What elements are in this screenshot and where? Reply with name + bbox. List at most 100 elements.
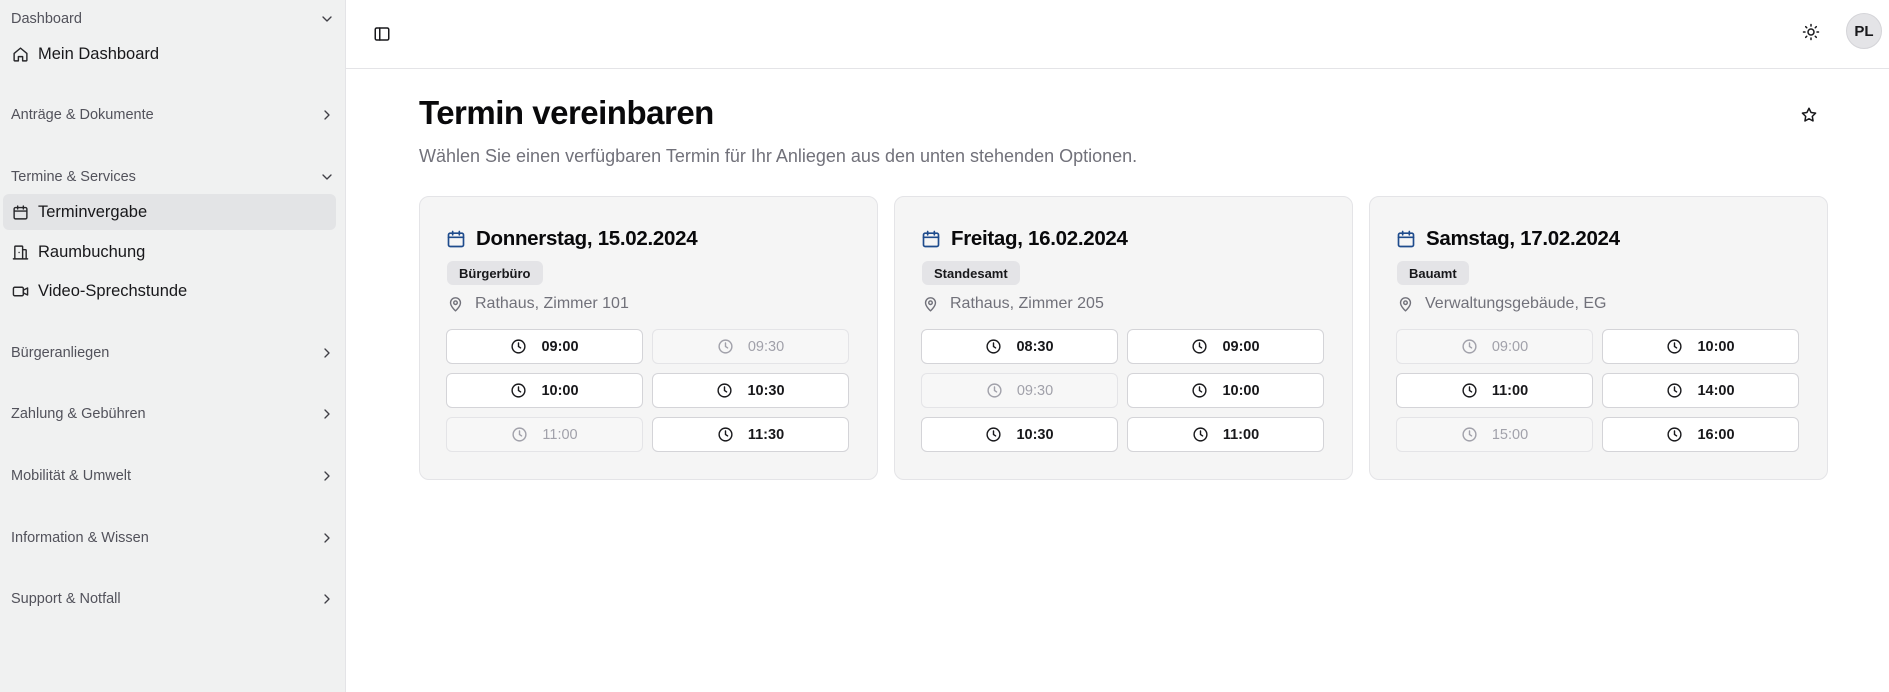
- appointment-card: Donnerstag, 15.02.2024 Bürgerbüro Rathaus,…: [419, 196, 878, 480]
- sidebar-group-termine[interactable]: Termine & Services: [11, 165, 335, 189]
- location-label: Verwaltungsgebäude, EG: [1425, 295, 1607, 312]
- time-slot-button[interactable]: 08:30: [921, 329, 1118, 364]
- sidebar-group-mobilitaet[interactable]: Mobilität & Umwelt: [11, 464, 335, 488]
- map-pin-icon: [1399, 296, 1412, 312]
- clock-icon: [986, 427, 1002, 442]
- time-slot-label: 15:00: [1491, 426, 1529, 443]
- chevron-right-icon: [324, 533, 330, 543]
- office-badge: Standesamt: [922, 261, 1020, 285]
- time-slot-grid: 09:00 10:00 11:00 14:00 15:00 16:00: [1396, 329, 1809, 452]
- time-slot-label: 09:30: [1016, 382, 1054, 399]
- video-icon: [12, 286, 29, 296]
- time-slot-button[interactable]: 11:00: [1127, 417, 1324, 452]
- card-date: Freitag, 16.02.2024: [951, 227, 1128, 250]
- office-badge: Bürgerbüro: [447, 261, 543, 285]
- clock-icon: [1462, 339, 1477, 354]
- avatar[interactable]: PL: [1846, 13, 1882, 49]
- clock-icon: [986, 339, 1002, 354]
- sidebar-group-information[interactable]: Information & Wissen: [11, 526, 335, 550]
- clock-icon: [1462, 383, 1477, 398]
- sidebar-group-zahlung[interactable]: Zahlung & Gebühren: [11, 402, 335, 426]
- sidebar-item-video-sprechstunde[interactable]: Video-Sprechstunde: [3, 273, 336, 309]
- time-slot-button[interactable]: 16:00: [1602, 417, 1799, 452]
- chevron-right-icon: [324, 594, 330, 604]
- time-slot-button[interactable]: 09:00: [446, 329, 643, 364]
- time-slot-button[interactable]: 10:00: [1127, 373, 1324, 408]
- panel-left-icon: [374, 27, 390, 41]
- chevron-right-icon: [324, 348, 330, 358]
- card-date: Samstag, 17.02.2024: [1426, 227, 1620, 250]
- office-badge: Bauamt: [1397, 261, 1469, 285]
- card-location: Verwaltungsgebäude, EG: [1397, 295, 1606, 313]
- page-subtitle: Wählen Sie einen verfügbaren Termin für …: [419, 146, 1138, 166]
- sidebar-item-label: Terminvergabe: [38, 202, 148, 221]
- clock-icon: [1192, 383, 1208, 398]
- sidebar-group-label: Mobilität & Umwelt: [11, 468, 132, 484]
- time-slot-label: 11:00: [542, 426, 578, 443]
- time-slot-label: 10:00: [541, 382, 579, 399]
- chevron-right-icon: [324, 110, 330, 120]
- time-slot-button[interactable]: 10:00: [446, 373, 643, 408]
- clock-icon: [1667, 383, 1683, 398]
- time-slot-button: 15:00: [1396, 417, 1593, 452]
- time-slot-button[interactable]: 10:30: [652, 373, 849, 408]
- card-date: Donnerstag, 15.02.2024: [476, 227, 698, 250]
- time-slot-label: 11:00: [1222, 426, 1260, 443]
- time-slot-button[interactable]: 09:00: [1127, 329, 1324, 364]
- sidebar-item-raumbuchung[interactable]: Raumbuchung: [3, 234, 336, 270]
- time-slot-label: 09:30: [747, 338, 785, 355]
- location-label: Rathaus, Zimmer 101: [475, 295, 629, 312]
- time-slot-grid: 09:00 09:30 10:00 10:30 11:00 11:30: [446, 329, 859, 452]
- sidebar-item-label: Video-Sprechstunde: [38, 281, 188, 300]
- time-slot-button: 09:00: [1396, 329, 1593, 364]
- chevron-down-icon: [322, 16, 332, 22]
- clock-icon: [511, 339, 527, 354]
- time-slot-button: 09:30: [921, 373, 1118, 408]
- clock-icon: [1667, 427, 1683, 442]
- sidebar-group-buergeranliegen[interactable]: Bürgeranliegen: [11, 341, 335, 365]
- clock-icon: [512, 427, 527, 442]
- sidebar-group-support[interactable]: Support & Notfall: [11, 587, 335, 611]
- time-slot-label: 10:30: [747, 382, 785, 399]
- sidebar-group-label: Bürgeranliegen: [11, 345, 110, 361]
- appointment-card: Freitag, 16.02.2024 Standesamt Rathaus, Zi…: [894, 196, 1353, 480]
- chevron-down-icon: [322, 174, 332, 180]
- card-header: Samstag, 17.02.2024: [1396, 227, 1620, 251]
- clock-icon: [717, 383, 733, 398]
- time-slot-button[interactable]: 10:30: [921, 417, 1118, 452]
- page-title: Termin vereinbaren: [419, 94, 714, 131]
- sidebar-group-label: Dashboard: [11, 11, 82, 27]
- time-slot-button[interactable]: 10:00: [1602, 329, 1799, 364]
- location-label: Rathaus, Zimmer 205: [950, 295, 1104, 312]
- map-pin-icon: [449, 296, 462, 312]
- appointment-card: Samstag, 17.02.2024 Bauamt Verwaltungsgebä…: [1369, 196, 1828, 480]
- star-icon: [1801, 107, 1817, 122]
- time-slot-button[interactable]: 11:30: [652, 417, 849, 452]
- time-slot-label: 16:00: [1697, 426, 1735, 443]
- time-slot-grid: 08:30 09:00 09:30 10:00 10:30 11:00: [921, 329, 1334, 452]
- time-slot-button[interactable]: 11:00: [1396, 373, 1593, 408]
- time-slot-label: 11:00: [1491, 382, 1529, 399]
- clock-icon: [987, 383, 1002, 398]
- sidebar-item-mein-dashboard[interactable]: Mein Dashboard: [3, 36, 336, 72]
- sidebar-group-label: Zahlung & Gebühren: [11, 406, 146, 422]
- home-icon: [13, 46, 28, 62]
- sidebar-group-label: Anträge & Dokumente: [11, 107, 154, 123]
- sidebar-group-antraege[interactable]: Anträge & Dokumente: [11, 103, 335, 127]
- sidebar-toggle-button[interactable]: [367, 19, 397, 49]
- calendar-icon: [13, 204, 28, 220]
- card-location: Rathaus, Zimmer 205: [922, 295, 1104, 313]
- clock-icon: [511, 383, 527, 398]
- time-slot-label: 14:00: [1697, 382, 1735, 399]
- time-slot-label: 10:00: [1697, 338, 1735, 355]
- time-slot-label: 09:00: [541, 338, 579, 355]
- sidebar-group-dashboard[interactable]: Dashboard: [11, 7, 335, 31]
- theme-toggle-button[interactable]: [1795, 16, 1827, 48]
- sidebar-item-terminvergabe[interactable]: Terminvergabe: [3, 194, 336, 230]
- clock-icon: [718, 427, 733, 442]
- clock-icon: [1462, 427, 1477, 442]
- favorite-button[interactable]: [1796, 102, 1822, 128]
- card-header: Donnerstag, 15.02.2024: [446, 227, 698, 251]
- building-icon: [12, 244, 29, 260]
- time-slot-button[interactable]: 14:00: [1602, 373, 1799, 408]
